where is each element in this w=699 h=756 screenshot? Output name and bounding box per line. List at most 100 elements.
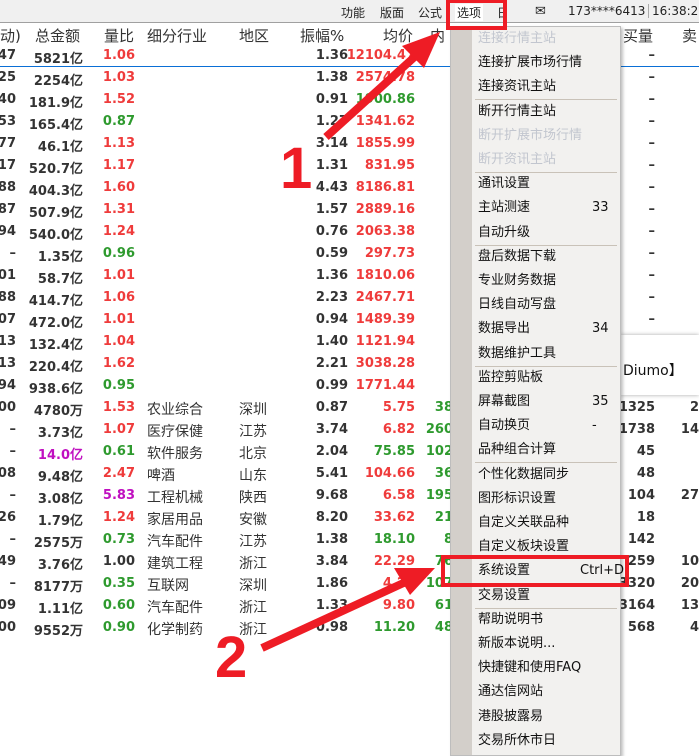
menu-function[interactable]: 功能 [341,4,365,21]
col-header-avg-price[interactable]: 均价 [383,25,413,46]
cell: 4.43 [315,180,348,195]
cell: – [648,312,656,327]
cell: 1.24 [102,510,135,525]
cell: 40 [0,92,16,107]
menu-item[interactable]: 帮助说明书 [472,608,621,632]
cell: 2 [689,400,699,415]
envelope-icon[interactable]: ✉ [535,4,546,19]
col-header-industry[interactable]: 细分行业 [147,25,207,46]
menu-item-label: 图形标识设置 [478,490,557,506]
cell: 14.0亿 [37,448,83,463]
col-header-region[interactable]: 地区 [239,25,269,46]
cell: 汽车配件 [147,600,203,616]
cell: 0.98 [315,620,348,635]
menu-item[interactable]: 盘后数据下载 [472,245,621,269]
col-header-amount[interactable]: 总金额 [35,25,80,46]
menu-item[interactable]: 新版本说明... [472,632,621,656]
cell: 107 [425,576,453,591]
tooltip: Diumo】 [621,335,699,395]
cell: 1341.62 [355,114,415,129]
menu-item[interactable]: 快捷键和使用FAQ [472,656,621,680]
cell: 汽车配件 [147,534,203,550]
menu-item[interactable]: 主站测速 33 [472,196,621,220]
cell: 47 [0,48,16,63]
cell: 4780万 [33,404,83,419]
cell: 132.4亿 [28,338,83,353]
col-header-inner[interactable]: 内 [430,25,445,46]
cell: 2.47 [102,466,135,481]
menu-item[interactable]: 个性化数据同步 [472,463,621,487]
menu-item[interactable]: 屏幕截图 35 [472,390,621,414]
cell: 0.94 [315,312,348,327]
menu-options[interactable]: 选项 [455,4,484,21]
cell: 4.29 [382,576,415,591]
cell: 1.13 [102,136,135,151]
menu-item-shortcut: 34 [592,321,609,337]
menu-item[interactable]: 连接行情主站 [472,27,621,51]
menu-item[interactable]: 自动升级 [472,221,621,245]
cell: 10 [680,554,699,569]
cell: 1.03 [102,70,135,85]
menu-item[interactable]: 自动换页 - [472,414,621,438]
menu-item[interactable]: 断开行情主站 [472,100,621,124]
cell: 831.95 [364,158,415,173]
menu-more[interactable]: 日 [497,4,509,21]
menu-item[interactable]: 日线自动写盘 [472,293,621,317]
menu-item[interactable]: 断开资讯主站 [472,148,621,172]
menu-item[interactable]: 自定义关联品种 [472,511,621,535]
menu-item[interactable]: 港股披露易 [472,705,621,729]
menu-layout[interactable]: 版面 [380,4,404,21]
cell: 1121.94 [355,334,415,349]
cell: 4 [689,620,699,635]
cell: 104 [627,488,655,503]
menu-item[interactable]: 专业财务数据 [472,269,621,293]
menu-item[interactable]: 品种组合计算 [472,438,621,462]
cell: 0.90 [102,620,135,635]
cell: 404.3亿 [28,184,83,199]
cell: 深圳 [239,402,267,418]
menu-item-label: 自动升级 [478,224,531,240]
cell: 1.40 [315,334,348,349]
col-header-buy-volume[interactable]: 买量 [623,25,653,46]
cell: 33.62 [373,510,415,525]
col-header-amplitude[interactable]: 振幅% [300,25,344,46]
cell: – [648,158,656,173]
menu-item[interactable]: 数据维护工具 [472,342,621,366]
cell: 0.60 [102,598,135,613]
menu-item[interactable]: 交易设置 [472,584,621,608]
menu-item-label: 自定义板块设置 [478,539,570,555]
cell: 08 [0,466,16,481]
menu-item[interactable]: 通达信网站 [472,680,621,704]
menu-item[interactable]: 连接扩展市场行情 [472,51,621,75]
clock: 16:38:2 [648,4,698,18]
menu-item[interactable]: 数据导出 34 [472,317,621,341]
menu-item-label: 通讯设置 [478,176,531,192]
menu-item[interactable]: 通讯设置 [472,172,621,196]
menu-item-label: 断开行情主站 [478,103,557,119]
menu-item[interactable]: 连接资讯主站 [472,75,621,99]
cell: 88 [0,180,16,195]
cell: 2254亿 [33,74,83,89]
col-header-change[interactable]: 动) [0,25,21,46]
menu-item[interactable]: 自定义板块设置 [472,535,621,559]
cell: – [9,246,17,261]
menu-item-label: 主站测速 [478,200,531,216]
cell: 8186.81 [355,180,415,195]
cell: 2063.38 [355,224,415,239]
col-header-volume-ratio[interactable]: 量比 [104,25,134,46]
cell: 17 [0,158,16,173]
cell: 48 [636,466,655,481]
cell: 医疗保健 [147,424,203,440]
menu-item[interactable]: 图形标识设置 [472,487,621,511]
cell: 2574.78 [355,70,415,85]
menu-item[interactable]: 交易所休市日 [472,729,621,753]
cell: 07 [0,312,16,327]
menu-formula[interactable]: 公式 [418,4,442,21]
cell: 1.24 [102,224,135,239]
cell: 农业综合 [147,402,203,418]
cell: 00 [0,400,16,415]
menu-item[interactable]: 系统设置 Ctrl+D [472,559,624,583]
menu-item[interactable]: 断开扩展市场行情 [472,124,621,148]
menu-item[interactable]: 监控剪贴板 [472,366,621,390]
col-header-sell[interactable]: 卖 [682,25,697,46]
